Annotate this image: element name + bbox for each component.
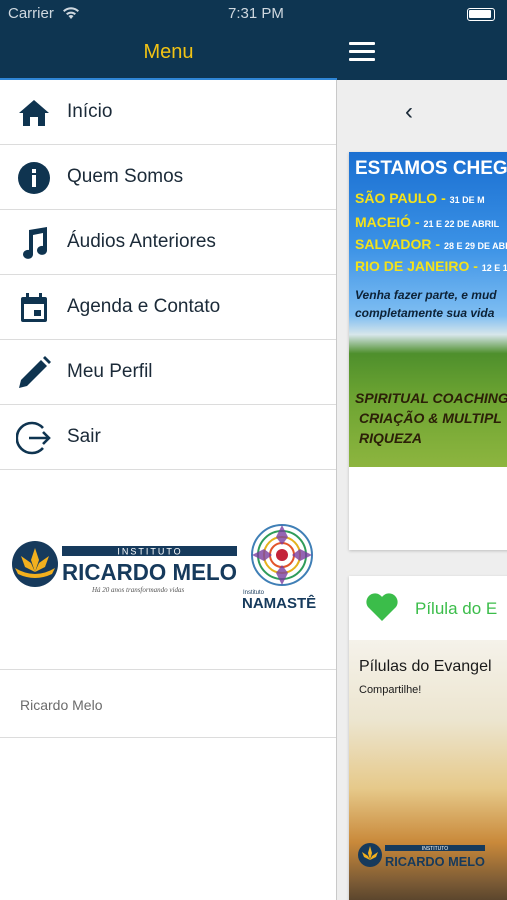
menu-item-label: Início xyxy=(67,101,113,122)
event-card[interactable]: ESTAMOS CHEGANDO SÃO PAULO - 31 DE M MAC… xyxy=(349,152,507,550)
tagline-line: completamente sua vida xyxy=(355,306,495,320)
city-date: 12 E 13 xyxy=(481,263,507,273)
menu-item-label: Quem Somos xyxy=(67,166,184,187)
city-date: 31 DE M xyxy=(449,195,485,205)
info-icon xyxy=(16,160,52,196)
menu-item-label: Agenda e Contato xyxy=(67,296,221,317)
pill-card-image: Pílulas do Evangel Compartilhe! INSTITUT… xyxy=(349,640,507,900)
logo-area: INSTITUTO RICARDO MELO Há 20 anos transf… xyxy=(0,468,336,670)
carrier-label: Carrier xyxy=(8,5,54,22)
menu-header: Menu xyxy=(0,28,337,80)
banner-city: RIO DE JANEIRO - 12 E 13 xyxy=(355,258,507,274)
home-icon xyxy=(16,95,52,131)
music-note-icon xyxy=(16,225,52,261)
heart-icon xyxy=(365,592,399,627)
menu-item-label: Áudios Anteriores xyxy=(67,231,216,252)
brand-name: RICARDO MELO xyxy=(62,559,237,585)
menu-item-sair[interactable]: Sair xyxy=(0,405,336,470)
tagline-line: Venha fazer parte, e mud xyxy=(355,288,497,302)
banner-headline: ESTAMOS CHEGANDO xyxy=(355,158,507,179)
pill-card[interactable]: Pílula do E Pílulas do Evangel Compartil… xyxy=(349,576,507,900)
menu-item-quem-somos[interactable]: Quem Somos xyxy=(0,145,336,210)
menu-title: Menu xyxy=(143,41,194,63)
pill-card-header: Pílula do E xyxy=(349,576,507,638)
side-menu: Carrier 7:31 PM Menu Início Quem Somos Á… xyxy=(0,0,337,900)
banner-city: MACEIÓ - 21 E 22 DE ABRIL xyxy=(355,214,499,230)
footer-name: Ricardo Melo xyxy=(20,697,103,713)
city-name: RIO DE JANEIRO - xyxy=(355,258,478,274)
clock-label: 7:31 PM xyxy=(228,5,284,22)
namaste-label: NAMASTÊ xyxy=(242,594,316,612)
brand-slogan: Há 20 anos transformando vidas xyxy=(91,586,184,594)
city-name: SALVADOR - xyxy=(355,236,441,252)
pill-card-title: Pílula do E xyxy=(415,599,498,618)
event-banner: ESTAMOS CHEGANDO SÃO PAULO - 31 DE M MAC… xyxy=(349,152,507,467)
menu-item-audios[interactable]: Áudios Anteriores xyxy=(0,210,336,275)
coaching-line: SPIRITUAL COACHING xyxy=(355,390,507,406)
banner-city: SÃO PAULO - 31 DE M xyxy=(355,190,485,206)
menu-list: Início Quem Somos Áudios Anteriores Agen… xyxy=(0,80,336,470)
menu-footer: Ricardo Melo xyxy=(0,671,336,738)
ricardo-melo-emblem xyxy=(12,541,58,587)
main-content: ‹ ESTAMOS CHEGANDO SÃO PAULO - 31 DE M M… xyxy=(337,0,507,900)
city-date: 21 E 22 DE ABRIL xyxy=(423,219,500,229)
banner-city: SALVADOR - 28 E 29 DE ABR xyxy=(355,236,507,252)
pill-image-subtitle: Compartilhe! xyxy=(359,684,422,696)
wifi-icon xyxy=(62,6,80,24)
pencil-icon xyxy=(16,355,52,391)
ricardo-melo-small-logo: INSTITUTO RICARDO MELO xyxy=(358,843,485,869)
menu-item-label: Meu Perfil xyxy=(67,361,153,382)
pill-image-title: Pílulas do Evangel xyxy=(359,658,492,675)
menu-item-agenda[interactable]: Agenda e Contato xyxy=(0,275,336,340)
coaching-line: CRIAÇÃO & MULTIPL xyxy=(359,410,502,426)
small-logo-instituto: INSTITUTO xyxy=(422,846,448,852)
hamburger-menu-icon[interactable] xyxy=(349,42,375,62)
city-name: SÃO PAULO - xyxy=(355,190,446,206)
namaste-mandala-icon xyxy=(251,524,313,586)
coaching-line: RIQUEZA xyxy=(359,430,422,446)
status-bar: Carrier 7:31 PM xyxy=(0,0,337,28)
content-navbar xyxy=(337,0,507,80)
city-date: 28 E 29 DE ABR xyxy=(443,241,507,251)
menu-item-perfil[interactable]: Meu Perfil xyxy=(0,340,336,405)
menu-item-inicio[interactable]: Início xyxy=(0,80,336,145)
banner-tagline: Venha fazer parte, e mud completamente s… xyxy=(355,286,497,322)
small-logo-brand: RICARDO MELO xyxy=(385,854,485,869)
logout-icon xyxy=(16,420,52,456)
menu-item-label: Sair xyxy=(67,426,101,447)
back-chevron-icon[interactable]: ‹ xyxy=(405,98,413,126)
city-name: MACEIÓ - xyxy=(355,214,420,230)
battery-icon xyxy=(467,8,495,21)
banner-coaching: SPIRITUAL COACHING CRIAÇÃO & MULTIPL RIQ… xyxy=(355,388,507,448)
instituto-label: INSTITUTO xyxy=(117,547,182,557)
calendar-icon xyxy=(16,290,52,326)
brand-logos: INSTITUTO RICARDO MELO Há 20 anos transf… xyxy=(12,524,316,612)
